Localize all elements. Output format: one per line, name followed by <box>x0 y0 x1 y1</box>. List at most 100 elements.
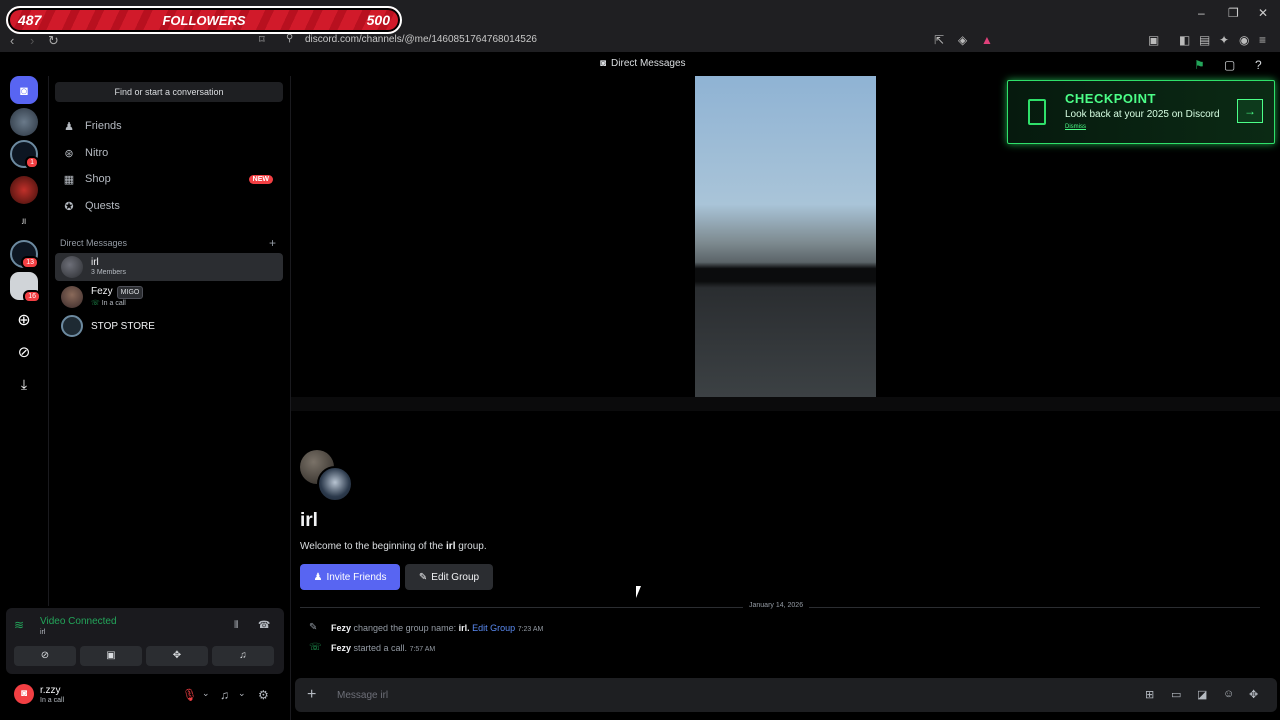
discord-icon: ◙ <box>20 82 28 98</box>
gif-icon[interactable]: ▭ <box>1171 688 1181 701</box>
mention-badge: 13 <box>21 256 39 269</box>
nav-quests[interactable]: ✪ Quests <box>55 195 283 217</box>
dm-name: Fezy <box>91 286 113 297</box>
user-status: In a call <box>40 697 65 704</box>
group-avatar <box>317 466 353 502</box>
system-message: ✎ Fezy changed the group name: irl. Edit… <box>309 622 543 633</box>
dm-item-irl[interactable]: irl 3 Members <box>55 253 283 281</box>
add-server-icon[interactable]: ⊕ <box>10 306 38 334</box>
inbox-icon[interactable]: ▢ <box>1224 58 1235 72</box>
attach-plus-icon[interactable]: + <box>307 686 316 704</box>
screenshare-button[interactable]: ▣ <box>80 646 142 666</box>
close-window-button[interactable]: ✕ <box>1258 6 1268 20</box>
leo-icon[interactable]: ✦ <box>1219 33 1229 47</box>
dm-sub: In a call <box>101 300 126 307</box>
create-dm-icon[interactable]: + <box>269 236 276 250</box>
rewards-icon[interactable]: ▲ <box>981 33 993 47</box>
shop-icon: ▦ <box>63 173 75 186</box>
nav-friends[interactable]: ♟ Friends <box>55 115 283 137</box>
server-icon[interactable] <box>10 108 38 136</box>
soundboard-button[interactable]: ♫ <box>212 646 274 666</box>
message-input[interactable]: + Message irl ⊞ ▭ ◪ ☺ ✥ <box>295 678 1277 712</box>
friends-icon: ♟ <box>64 120 74 133</box>
arrow-right-icon[interactable]: → <box>1237 99 1263 123</box>
avatar[interactable]: ◙ <box>14 684 34 704</box>
dm-name: STOP STORE <box>91 320 155 332</box>
dismiss-link[interactable]: Dismiss <box>1065 124 1086 130</box>
server-icon[interactable]: 1 <box>10 140 39 169</box>
message-time: 7:57 AM <box>409 645 436 653</box>
back-icon[interactable]: ‹ <box>10 33 14 48</box>
server-icon[interactable] <box>10 176 38 204</box>
activities-button[interactable]: ✥ <box>146 646 208 666</box>
menu-icon[interactable]: ≡ <box>1259 33 1266 47</box>
site-info-icon[interactable]: ⚲ <box>286 33 293 44</box>
apps-icon[interactable]: ✥ <box>1249 688 1258 701</box>
avatar <box>61 315 83 337</box>
message-author[interactable]: Fezy <box>331 623 351 633</box>
group-welcome: Welcome to the beginning of the irl grou… <box>300 541 487 552</box>
chevron-down-icon[interactable]: ⌄ <box>238 688 246 699</box>
forward-icon[interactable]: › <box>30 33 34 48</box>
checkpoint-title: CHECKPOINT <box>1065 91 1156 106</box>
server-icon[interactable]: 16 <box>10 272 41 303</box>
camera-button[interactable]: ⊘ <box>14 646 76 666</box>
welcome-text: Welcome to the beginning of the <box>300 541 447 552</box>
checkpoint-banner[interactable]: CHECKPOINT Look back at your 2025 on Dis… <box>1007 80 1275 144</box>
video-stream[interactable] <box>695 76 876 397</box>
nav-label: Shop <box>85 173 111 185</box>
dm-name: irl <box>91 257 99 268</box>
wallet-icon[interactable]: ▤ <box>1199 33 1210 47</box>
dm-section-header: Direct Messages <box>60 238 128 248</box>
gift-icon[interactable]: ⊞ <box>1145 688 1154 701</box>
nav-shop[interactable]: ▦ Shop NEW <box>55 168 283 190</box>
bookmark-icon[interactable]: ⌑ <box>259 33 265 46</box>
soundboard-icon: ♫ <box>239 650 247 661</box>
pencil-icon: ✎ <box>309 622 318 633</box>
edit-group-button[interactable]: ✎ Edit Group <box>405 564 493 590</box>
follower-count: 487 <box>18 12 42 28</box>
discover-icon[interactable]: ⊘ <box>10 338 38 366</box>
find-conversation-button[interactable]: Find or start a conversation <box>55 82 283 102</box>
gear-icon[interactable]: ⚙ <box>258 688 269 702</box>
sticker-icon[interactable]: ◪ <box>1197 688 1207 701</box>
message-author[interactable]: Fezy <box>331 643 351 653</box>
sidebar-icon[interactable]: ◧ <box>1179 33 1190 47</box>
home-button[interactable]: ◙ <box>10 76 38 104</box>
disconnect-icon[interactable]: ☎ <box>258 620 270 631</box>
noise-icon[interactable]: ⦀ <box>234 620 238 631</box>
dm-sub: 3 Members <box>91 269 127 276</box>
clan-tag: MIGO <box>116 286 144 299</box>
titlebar-title: Direct Messages <box>611 58 686 69</box>
main-content: irl Welcome to the beginning of the irl … <box>290 76 1280 720</box>
help-icon[interactable]: ? <box>1255 58 1262 72</box>
minimize-button[interactable]: – <box>1198 6 1205 20</box>
dm-item-stop-store[interactable]: STOP STORE <box>55 312 283 340</box>
reload-icon[interactable]: ↻ <box>48 33 59 49</box>
shield-icon[interactable]: ◈ <box>958 33 967 47</box>
message-text: started a call. <box>353 642 408 653</box>
mouse-cursor <box>636 586 646 598</box>
user-panel: ◙ r.zzy In a call 🎙 ⌄ ♫ ⌄ ⚙ <box>6 678 284 714</box>
headphones-icon[interactable]: ♫ <box>220 688 229 702</box>
chevron-down-icon[interactable]: ⌄ <box>202 688 210 699</box>
download-icon[interactable]: ⤓ <box>10 370 38 398</box>
invite-friends-button[interactable]: ♟ Invite Friends <box>300 564 400 590</box>
server-icon[interactable]: 13 <box>10 240 39 269</box>
nav-nitro[interactable]: ⊛ Nitro <box>55 142 283 164</box>
tabs-icon[interactable]: ▣ <box>1148 33 1159 47</box>
dm-item-fezy[interactable]: Fezy MIGO ☏ In a call <box>55 283 283 311</box>
camera-off-icon: ⊘ <box>40 650 50 661</box>
edit-group-link[interactable]: Edit Group <box>472 623 515 633</box>
mic-muted-icon[interactable]: 🎙 <box>182 688 197 702</box>
server-icon[interactable]: ﺍﻟ <box>10 208 38 236</box>
maximize-button[interactable]: ❐ <box>1228 6 1239 20</box>
vpn-icon[interactable]: ◉ <box>1239 33 1249 47</box>
address-bar[interactable]: discord.com/channels/@me/146085176476801… <box>305 34 537 45</box>
share-icon[interactable]: ⇱ <box>934 33 944 47</box>
checkpoint-subtitle: Look back at your 2025 on Discord <box>1065 109 1220 120</box>
emoji-icon[interactable]: ☺ <box>1223 688 1234 700</box>
flag-icon[interactable]: ⚑ <box>1194 58 1205 72</box>
avatar <box>61 256 83 278</box>
invite-label: Invite Friends <box>326 571 387 583</box>
